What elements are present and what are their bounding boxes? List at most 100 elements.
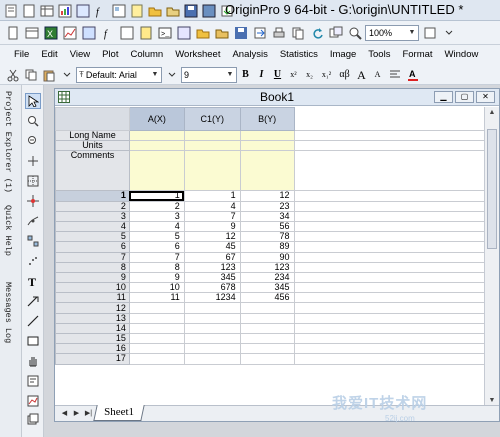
data-cell[interactable] [128,343,185,355]
data-cell[interactable] [128,353,185,365]
save-template-icon[interactable] [200,2,217,19]
bold-button[interactable]: B [238,67,253,83]
data-cell[interactable] [183,353,241,365]
graph-icon[interactable] [61,24,78,41]
new-graph-icon[interactable] [56,2,73,19]
last-sheet-icon[interactable]: ▶| [83,408,94,419]
data-cell[interactable]: 123 [183,261,241,273]
rectangle-tool-icon[interactable] [25,333,41,349]
row-header[interactable]: 7 [55,251,130,263]
data-cell[interactable]: 3 [128,210,185,222]
toolbar-overflow-icon[interactable] [440,24,457,41]
font-color-icon[interactable]: A [404,66,421,83]
save-project-icon[interactable] [232,24,249,41]
menu-statistics[interactable]: Statistics [274,48,324,61]
column-header-b[interactable]: B(Y) [239,107,295,131]
data-cell[interactable] [128,302,185,314]
add-layer-icon[interactable] [25,411,41,427]
duplicate-icon[interactable] [327,24,344,41]
notes-icon[interactable] [137,24,154,41]
data-cell[interactable]: 45 [183,241,241,253]
data-cell[interactable]: 678 [183,282,241,294]
data-cell[interactable]: 10 [128,282,185,294]
menu-plot[interactable]: Plot [96,48,124,61]
data-cell[interactable]: 11 [128,292,185,304]
data-cell[interactable] [239,302,295,314]
data-cell[interactable]: 8 [128,261,185,273]
menu-edit[interactable]: Edit [35,48,63,61]
dock-tab-messages-log[interactable]: Messages Log [3,282,13,343]
meta-cell[interactable] [128,129,185,142]
menu-analysis[interactable]: Analysis [226,48,273,61]
menu-tools[interactable]: Tools [362,48,396,61]
data-cell[interactable]: 456 [239,292,295,304]
line-tool-icon[interactable] [25,313,41,329]
decrease-font-button[interactable]: A [370,67,385,83]
data-cell[interactable] [128,312,185,324]
data-cell[interactable] [239,353,295,365]
row-header[interactable]: 2 [55,200,130,212]
row-header[interactable]: 15 [55,332,130,345]
script-window-icon[interactable]: >_ [156,24,173,41]
data-cell[interactable] [128,332,185,345]
data-cell[interactable]: 1 [183,190,241,202]
meta-cell[interactable] [128,150,185,192]
meta-cell[interactable] [239,129,295,142]
font-dropdown-icon[interactable] [163,66,180,83]
row-header[interactable]: 6 [55,241,130,253]
menu-window[interactable]: Window [439,48,485,61]
workbook-window[interactable]: Book1 ▁ ▢ ✕ A(X) C1(Y) B(Y) Long Name Un… [54,88,500,422]
minimize-button[interactable]: ▁ [434,91,453,103]
row-header[interactable]: 4 [55,220,130,233]
data-cell[interactable]: 9 [183,220,241,233]
data-cell[interactable]: 9 [128,271,185,284]
data-cell[interactable]: 7 [183,210,241,222]
data-cell[interactable]: 345 [239,282,295,294]
data-cell[interactable]: 1 [128,190,185,202]
data-cell[interactable] [183,322,241,335]
italic-button[interactable]: I [254,67,269,83]
data-cell[interactable]: 12 [183,231,241,243]
print-icon[interactable] [270,24,287,41]
paste-options-icon[interactable] [58,66,75,83]
data-cell[interactable]: 4 [128,220,185,233]
cut-icon[interactable] [4,66,21,83]
layout-icon[interactable] [118,24,135,41]
new-function-icon[interactable]: f [92,2,109,19]
pointer-tool-icon[interactable] [25,93,41,109]
dock-tab-project-explorer[interactable]: Project Explorer (1) [3,91,13,193]
data-cell[interactable] [239,343,295,355]
data-cell[interactable]: 234 [239,271,295,284]
meta-cell[interactable] [239,150,295,192]
new-matrix-icon[interactable] [74,2,91,19]
meta-cell[interactable] [183,150,241,192]
dock-tab-quick-help[interactable]: Quick Help [3,205,13,256]
new-project-button-icon[interactable] [4,24,21,41]
data-cell[interactable]: 7 [128,251,185,263]
open-icon[interactable] [194,24,211,41]
workbook-title-bar[interactable]: Book1 ▁ ▢ ✕ [55,89,499,106]
text-tool-icon[interactable]: T [25,273,41,289]
data-cell[interactable] [183,343,241,355]
column-header-a[interactable]: A(X) [128,107,185,131]
new-notes-icon[interactable] [128,2,145,19]
data-cell[interactable]: 89 [239,241,295,253]
sheet-tab[interactable]: Sheet1 [93,405,145,421]
data-cell[interactable]: 5 [128,231,185,243]
zoom-select[interactable]: 100% ▼ [365,24,419,41]
scrollbar-thumb[interactable] [487,129,497,249]
row-header[interactable]: 3 [55,210,130,222]
meta-cell[interactable] [239,140,295,152]
data-cell[interactable]: 78 [239,231,295,243]
zoom-in-icon[interactable] [346,24,363,41]
data-cell[interactable]: 23 [239,200,295,212]
select-all-corner[interactable] [55,107,130,131]
refresh-icon[interactable] [308,24,325,41]
paste-icon[interactable] [40,66,57,83]
prev-sheet-icon[interactable]: ◀ [59,408,70,419]
vertical-scrollbar[interactable]: ▲ ▼ [484,107,499,407]
greek-button[interactable]: αβ [336,67,353,83]
function-icon[interactable]: f [99,24,116,41]
data-cell[interactable]: 123 [239,261,295,273]
meta-cell[interactable] [183,140,241,152]
